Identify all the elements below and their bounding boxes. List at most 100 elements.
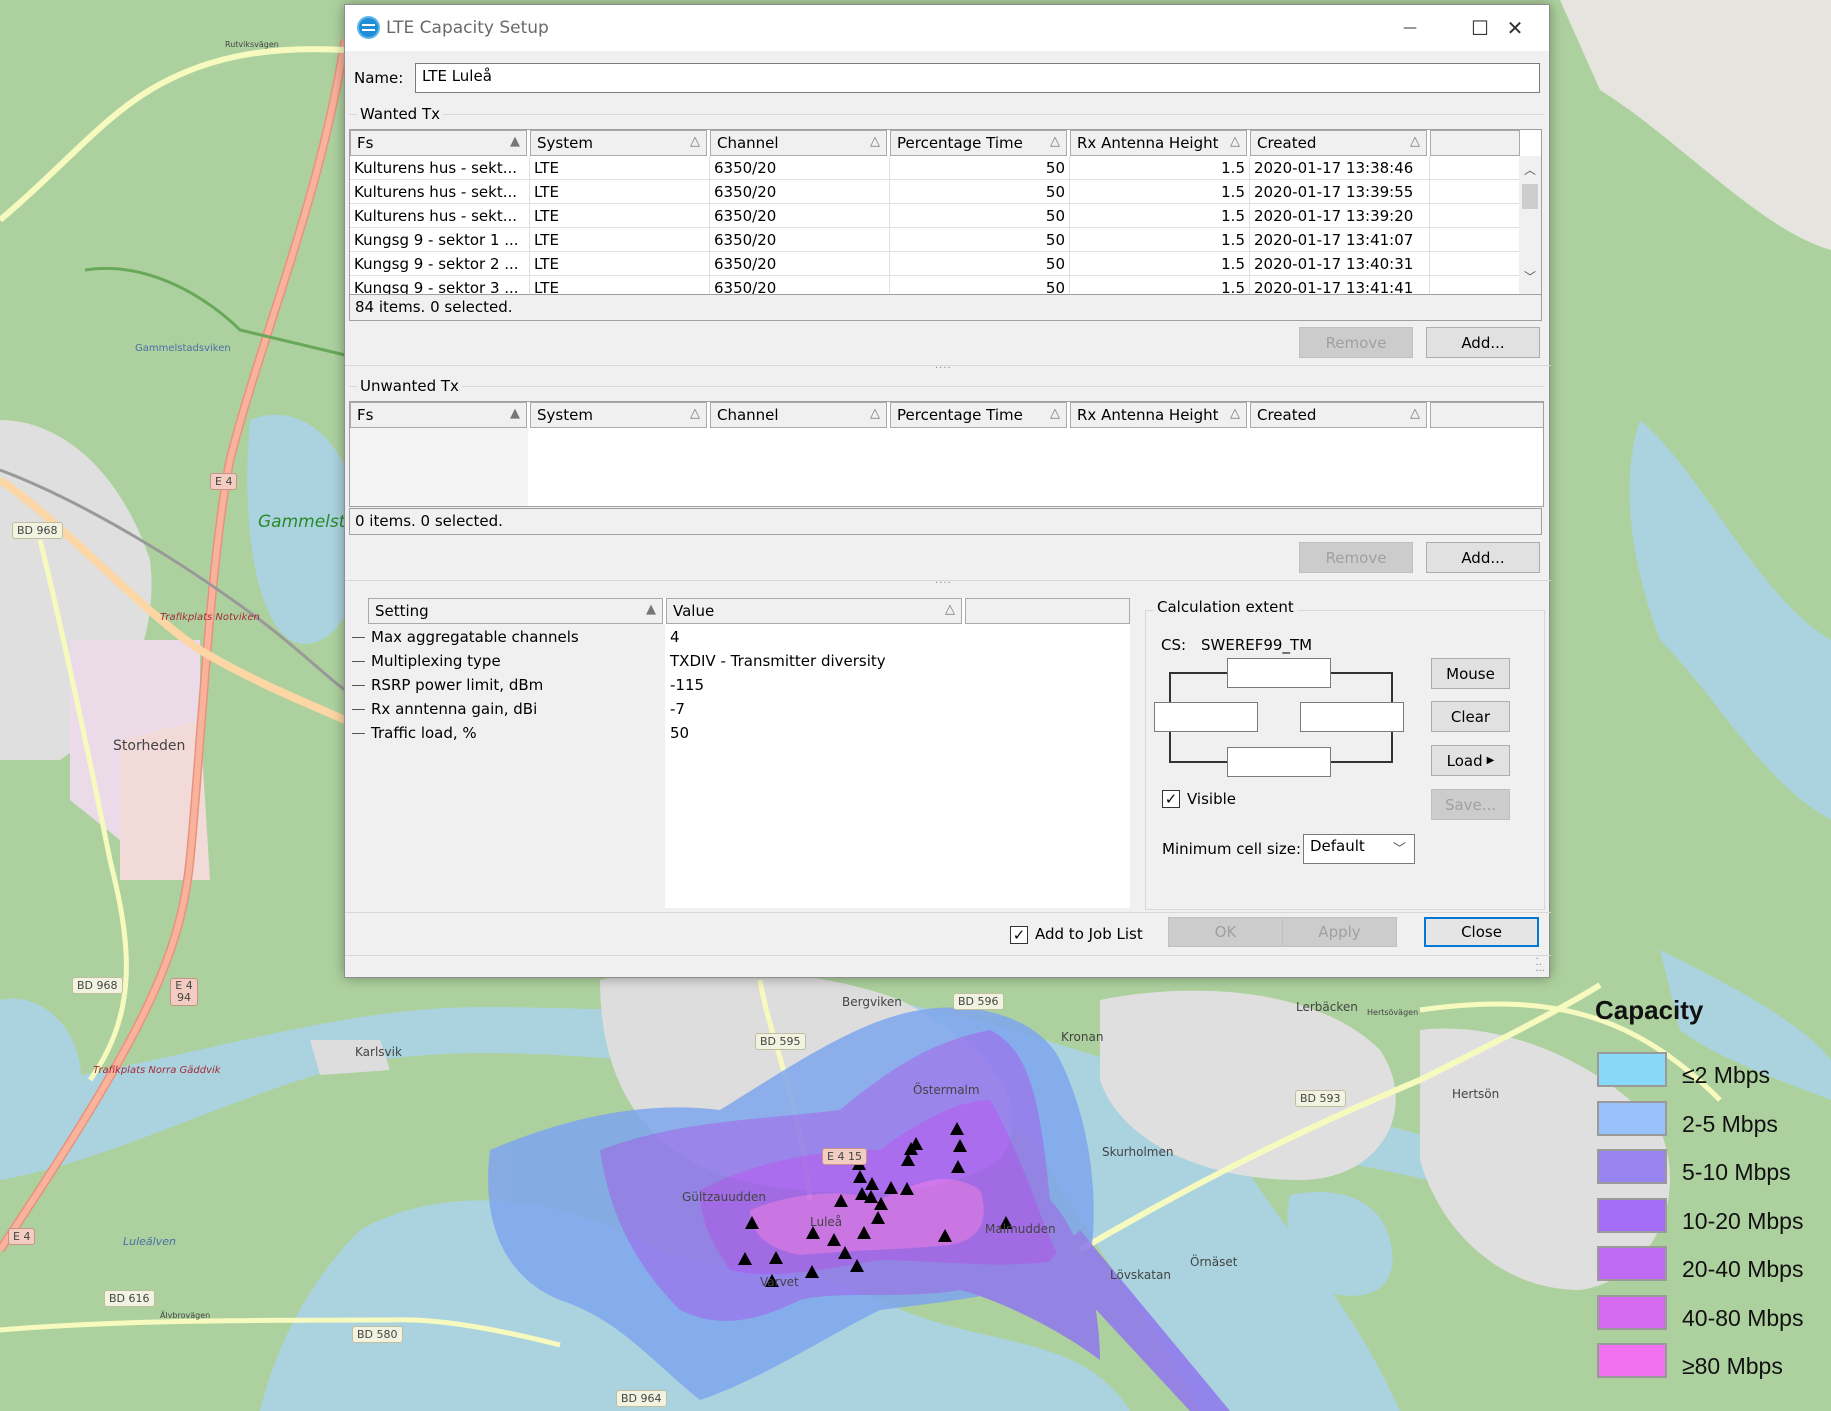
column-header-created[interactable]: Created △ <box>1250 402 1427 428</box>
unwanted-remove-button[interactable]: Remove <box>1299 542 1413 573</box>
wanted-tx-group-line <box>349 114 1544 115</box>
extent-east-input[interactable] <box>1300 702 1404 732</box>
footer-bottom-divider <box>345 955 1551 956</box>
splitter-handle[interactable]: ···· <box>935 363 952 374</box>
legend-item: 10-20 Mbps <box>1597 1198 1831 1238</box>
column-header-extra[interactable] <box>1430 130 1520 156</box>
title-bar[interactable]: LTE Capacity Setup — ☐ ✕ <box>345 5 1549 51</box>
map-label-varvet: Varvet <box>760 1275 799 1289</box>
settings-row[interactable]: RSRP power limit, dBm -115 <box>352 674 1130 698</box>
column-header-created[interactable]: Created △ <box>1250 130 1427 156</box>
setting-name: Traffic load, % <box>371 724 477 742</box>
table-row[interactable]: Kulturens hus - sekt... LTE 6350/20 50 1.5 20… <box>350 156 1520 180</box>
column-header-channel[interactable]: Channel △ <box>710 130 887 156</box>
cell-system: LTE <box>530 228 710 252</box>
column-header-system[interactable]: System △ <box>530 402 707 428</box>
table-row[interactable]: Kulturens hus - sekt... LTE 6350/20 50 1.5 20… <box>350 180 1520 204</box>
unwanted-add-button[interactable]: Add... <box>1426 542 1540 573</box>
table-row[interactable]: Kungsg 9 - sektor 1 ... LTE 6350/20 50 1.5 20… <box>350 228 1520 252</box>
cell-extra <box>1430 156 1520 180</box>
sort-icon: △ <box>1230 406 1240 421</box>
save-button[interactable]: Save... <box>1431 789 1510 820</box>
column-header-system[interactable]: System △ <box>530 130 707 156</box>
column-header-extra[interactable] <box>1430 402 1543 428</box>
close-window-button[interactable]: ✕ <box>1480 5 1550 51</box>
cell-created: 2020-01-17 13:38:46 <box>1250 156 1430 180</box>
sort-icon: △ <box>690 134 700 149</box>
column-header-fs[interactable]: Fs ▲ <box>350 130 527 156</box>
road-shield-bd968-lower: BD 968 <box>72 977 123 994</box>
legend-label: ≤2 Mbps <box>1682 1062 1771 1088</box>
road-shield-bd593: BD 593 <box>1295 1090 1346 1107</box>
column-header-fs[interactable]: Fs ▲ <box>350 402 527 428</box>
map-label-skurholmen: Skurholmen <box>1102 1145 1174 1159</box>
add-to-job-list-checkbox[interactable]: ✓ <box>1010 926 1028 944</box>
column-header-extra[interactable] <box>965 598 1130 624</box>
name-label: Name: <box>354 69 404 87</box>
name-input[interactable]: LTE Luleå <box>415 63 1540 93</box>
map-label-gultzauudden: Gültzauudden <box>682 1190 767 1204</box>
table-row[interactable]: Kungsg 9 - sektor 3 ... LTE 6350/20 50 1.5 20… <box>350 276 1520 294</box>
column-header-percentage-time[interactable]: Percentage Time △ <box>890 402 1067 428</box>
scroll-down-icon[interactable]: ﹀ <box>1524 268 1536 285</box>
setting-value[interactable]: 50 <box>670 724 689 742</box>
extent-west-input[interactable] <box>1154 702 1258 732</box>
resize-grip-icon[interactable]: · ·· ··· <box>1535 955 1545 977</box>
clear-button[interactable]: Clear <box>1431 701 1510 732</box>
cell-system: LTE <box>530 180 710 204</box>
legend-item: ≥80 Mbps <box>1597 1343 1831 1383</box>
splitter-handle[interactable]: ···· <box>935 578 952 589</box>
apply-button[interactable]: Apply <box>1282 917 1397 947</box>
table-row[interactable]: Kungsg 9 - sektor 2 ... LTE 6350/20 50 1.5 20… <box>350 252 1520 276</box>
table-row[interactable]: Kulturens hus - sekt... LTE 6350/20 50 1.5 20… <box>350 204 1520 228</box>
setting-value[interactable]: -7 <box>670 700 685 718</box>
scroll-thumb[interactable] <box>1522 184 1538 209</box>
setting-value[interactable]: -115 <box>670 676 704 694</box>
cell-fs: Kungsg 9 - sektor 3 ... <box>350 276 530 294</box>
cell-system: LTE <box>530 252 710 276</box>
close-button[interactable]: Close <box>1424 917 1539 947</box>
wanted-remove-button[interactable]: Remove <box>1299 327 1413 358</box>
min-cell-size-label: Minimum cell size: <box>1162 840 1301 858</box>
wanted-tx-label: Wanted Tx <box>357 105 444 123</box>
column-header-rx-antenna-height[interactable]: Rx Antenna Height △ <box>1070 130 1247 156</box>
settings-row[interactable]: Max aggregatable channels 4 <box>352 626 1130 650</box>
cell-channel: 6350/20 <box>710 276 890 294</box>
column-header-setting[interactable]: Setting ▲ <box>368 598 663 624</box>
column-header-percentage-time[interactable]: Percentage Time △ <box>890 130 1067 156</box>
column-header-value[interactable]: Value △ <box>666 598 962 624</box>
load-button[interactable]: Load ▶ <box>1431 745 1510 776</box>
mouse-button[interactable]: Mouse <box>1431 658 1510 689</box>
column-header-rx-antenna-height[interactable]: Rx Antenna Height △ <box>1070 402 1247 428</box>
minimize-button[interactable]: — <box>1375 5 1445 51</box>
wanted-add-button[interactable]: Add... <box>1426 327 1540 358</box>
legend-label: 5-10 Mbps <box>1682 1159 1791 1185</box>
legend-item: 40-80 Mbps <box>1597 1295 1831 1335</box>
visible-checkbox[interactable]: ✓ <box>1162 790 1180 808</box>
wanted-tx-scrollbar[interactable]: ︿ ﹀ <box>1519 156 1541 294</box>
scroll-up-icon[interactable]: ︿ <box>1524 161 1536 178</box>
settings-row[interactable]: Multiplexing type TXDIV - Transmitter div… <box>352 650 1130 674</box>
settings-row[interactable]: Rx anntenna gain, dBi -7 <box>352 698 1130 722</box>
cell-rx-antenna-height: 1.5 <box>1070 252 1250 276</box>
column-header-channel[interactable]: Channel △ <box>710 402 887 428</box>
road-shield-bd595: BD 595 <box>755 1033 806 1050</box>
map-label-bergviken: Bergviken <box>842 995 902 1009</box>
legend-label: 40-80 Mbps <box>1682 1305 1804 1331</box>
window-title: LTE Capacity Setup <box>386 18 549 38</box>
map-label-rutviksvagen: Rutviksvägen <box>225 40 279 49</box>
cell-channel: 6350/20 <box>710 156 890 180</box>
map-label-lovskatan: Lövskatan <box>1110 1268 1171 1282</box>
cs-label: CS: <box>1161 636 1187 654</box>
extent-south-input[interactable] <box>1227 747 1331 777</box>
min-cell-size-select[interactable]: Default ﹀ <box>1303 834 1415 864</box>
sort-icon: △ <box>870 134 880 149</box>
map-label-ornaset: Örnäset <box>1190 1255 1238 1269</box>
setting-value[interactable]: 4 <box>670 628 680 646</box>
road-shield-e4-94: E 4 94 <box>170 978 198 1006</box>
settings-row[interactable]: Traffic load, % 50 <box>352 722 1130 746</box>
ok-button[interactable]: OK <box>1168 917 1283 947</box>
extent-north-input[interactable] <box>1227 658 1331 688</box>
setting-value[interactable]: TXDIV - Transmitter diversity <box>670 652 886 670</box>
cell-extra <box>1430 204 1520 228</box>
